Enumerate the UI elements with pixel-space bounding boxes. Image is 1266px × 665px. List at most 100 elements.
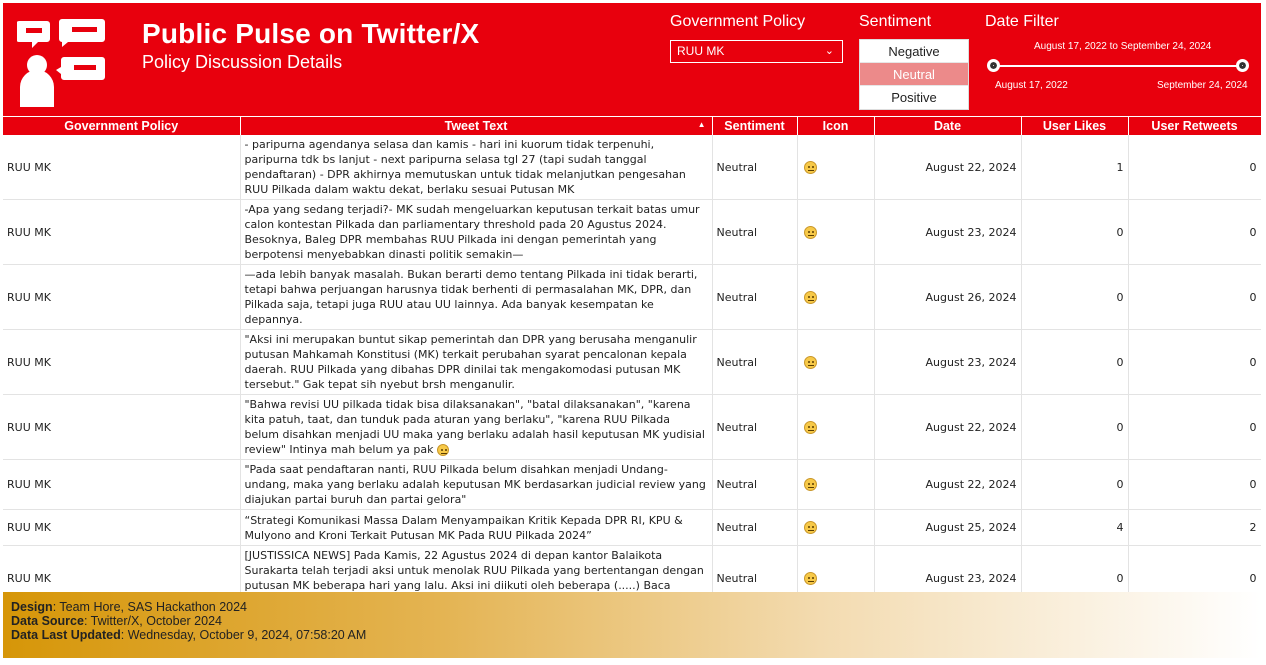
table-row[interactable]: RUU MK "Pada saat pendaftaran nanti, RUU … — [3, 459, 1261, 510]
cell-sentiment: Neutral — [712, 199, 798, 265]
table-row[interactable]: RUU MK - paripurna agendanya selasa dan k… — [3, 135, 1261, 200]
sort-ascending-icon[interactable]: ▲ — [698, 120, 706, 129]
cell-user-likes: 0 — [1021, 329, 1129, 395]
cell-user-likes: 0 — [1021, 264, 1129, 330]
cell-user-retweets: 0 — [1128, 545, 1261, 592]
cell-date: August 22, 2024 — [874, 459, 1022, 510]
cell-date: August 22, 2024 — [874, 394, 1022, 460]
neutral-face-icon — [803, 521, 817, 535]
cell-date: August 23, 2024 — [874, 329, 1022, 395]
cell-policy: RUU MK — [3, 394, 241, 460]
cell-policy: RUU MK — [3, 135, 241, 200]
table-row[interactable]: RUU MK "Bahwa revisi UU pilkada tidak bis… — [3, 394, 1261, 460]
sentiment-option-neutral[interactable]: Neutral — [860, 63, 968, 86]
neutral-face-icon — [803, 355, 817, 369]
tweet-table: Government Policy Tweet Text ▲ Sentiment … — [3, 117, 1261, 592]
table-row[interactable]: RUU MK “Strategi Komunikasi Massa Dalam M… — [3, 509, 1261, 546]
cell-user-likes: 4 — [1021, 509, 1129, 546]
cell-icon — [797, 459, 875, 510]
cell-icon — [797, 135, 875, 200]
cell-date: August 26, 2024 — [874, 264, 1022, 330]
cell-sentiment: Neutral — [712, 509, 798, 546]
date-slider-end-handle[interactable] — [1236, 59, 1249, 72]
neutral-face-icon — [803, 571, 817, 585]
date-slider-track[interactable] — [993, 65, 1242, 67]
cell-user-retweets: 0 — [1128, 394, 1261, 460]
column-header-user-retweets[interactable]: User Retweets — [1128, 117, 1261, 135]
neutral-face-icon — [803, 290, 817, 304]
column-header-date[interactable]: Date — [874, 117, 1022, 135]
policy-dropdown[interactable]: RUU MK ⌄ — [670, 40, 843, 63]
cell-tweet-text: "Aksi ini merupakan buntut sikap pemerin… — [240, 329, 713, 395]
date-slider-start-handle[interactable] — [987, 59, 1000, 72]
page-title: Public Pulse on Twitter/X — [142, 18, 480, 49]
cell-icon — [797, 199, 875, 265]
column-header-tweet-text-label: Tweet Text — [444, 119, 508, 133]
policy-dropdown-value: RUU MK — [677, 44, 725, 58]
neutral-face-icon — [803, 420, 817, 434]
cell-icon — [797, 509, 875, 546]
neutral-face-icon — [803, 160, 817, 174]
date-filter-label: Date Filter — [985, 13, 1059, 30]
cell-sentiment: Neutral — [712, 545, 798, 592]
footer: Design: Team Hore, SAS Hackathon 2024 Da… — [3, 592, 1261, 658]
sentiment-option-positive[interactable]: Positive — [860, 86, 968, 109]
cell-user-likes: 0 — [1021, 394, 1129, 460]
cell-tweet-text: “Strategi Komunikasi Massa Dalam Menyamp… — [240, 509, 713, 546]
table-header-row: Government Policy Tweet Text ▲ Sentiment … — [3, 117, 1261, 135]
cell-user-retweets: 2 — [1128, 509, 1261, 546]
column-header-icon[interactable]: Icon — [797, 117, 875, 135]
table-row[interactable]: RUU MK "Aksi ini merupakan buntut sikap p… — [3, 329, 1261, 395]
cell-policy: RUU MK — [3, 199, 241, 265]
cell-policy: RUU MK — [3, 545, 241, 592]
page-subtitle: Policy Discussion Details — [142, 52, 343, 72]
cell-tweet-text: - paripurna agendanya selasa dan kamis -… — [240, 135, 713, 200]
cell-user-likes: 0 — [1021, 459, 1129, 510]
date-slider-min-label: August 17, 2022 — [995, 80, 1068, 91]
cell-sentiment: Neutral — [712, 459, 798, 510]
table-row[interactable]: RUU MK —ada lebih banyak masalah. Bukan b… — [3, 264, 1261, 330]
neutral-face-icon — [437, 444, 449, 456]
cell-user-likes: 0 — [1021, 545, 1129, 592]
column-header-user-likes[interactable]: User Likes — [1021, 117, 1129, 135]
date-range-readout: August 17, 2022 to September 24, 2024 — [1034, 41, 1212, 52]
cell-policy: RUU MK — [3, 264, 241, 330]
cell-date: August 23, 2024 — [874, 545, 1022, 592]
cell-sentiment: Neutral — [712, 264, 798, 330]
date-slider-max-label: September 24, 2024 — [1157, 80, 1248, 91]
cell-icon — [797, 545, 875, 592]
neutral-face-icon — [803, 478, 817, 492]
sentiment-option-negative[interactable]: Negative — [860, 40, 968, 63]
footer-updated: Data Last Updated: Wednesday, October 9,… — [11, 628, 367, 642]
table-row[interactable]: RUU MK -Apa yang sedang terjadi?- MK suda… — [3, 199, 1261, 265]
cell-icon — [797, 264, 875, 330]
cell-sentiment: Neutral — [712, 394, 798, 460]
sentiment-listbox: Negative Neutral Positive — [859, 39, 969, 110]
column-header-policy[interactable]: Government Policy — [3, 117, 241, 135]
cell-user-retweets: 0 — [1128, 264, 1261, 330]
cell-policy: RUU MK — [3, 509, 241, 546]
neutral-face-icon — [803, 225, 817, 239]
cell-policy: RUU MK — [3, 329, 241, 395]
cell-date: August 25, 2024 — [874, 509, 1022, 546]
cell-date: August 22, 2024 — [874, 135, 1022, 200]
cell-sentiment: Neutral — [712, 135, 798, 200]
cell-user-retweets: 0 — [1128, 199, 1261, 265]
cell-user-retweets: 0 — [1128, 329, 1261, 395]
footer-design: Design: Team Hore, SAS Hackathon 2024 — [11, 600, 248, 614]
chevron-down-icon: ⌄ — [824, 45, 834, 57]
cell-sentiment: Neutral — [712, 329, 798, 395]
column-header-sentiment[interactable]: Sentiment — [712, 117, 798, 135]
dashboard-header: Public Pulse on Twitter/X Policy Discuss… — [3, 3, 1261, 116]
cell-tweet-text: "Pada saat pendaftaran nanti, RUU Pilkad… — [240, 459, 713, 510]
cell-user-likes: 1 — [1021, 135, 1129, 200]
cell-icon — [797, 394, 875, 460]
cell-policy: RUU MK — [3, 459, 241, 510]
cell-tweet-text: —ada lebih banyak masalah. Bukan berarti… — [240, 264, 713, 330]
cell-user-likes: 0 — [1021, 199, 1129, 265]
column-header-tweet-text[interactable]: Tweet Text ▲ — [240, 117, 713, 135]
cell-date: August 23, 2024 — [874, 199, 1022, 265]
table-row[interactable]: RUU MK [JUSTISSICA NEWS] Pada Kamis, 22 A… — [3, 545, 1261, 592]
cell-tweet-text: -Apa yang sedang terjadi?- MK sudah meng… — [240, 199, 713, 265]
cell-tweet-text: "Bahwa revisi UU pilkada tidak bisa dila… — [240, 394, 713, 460]
